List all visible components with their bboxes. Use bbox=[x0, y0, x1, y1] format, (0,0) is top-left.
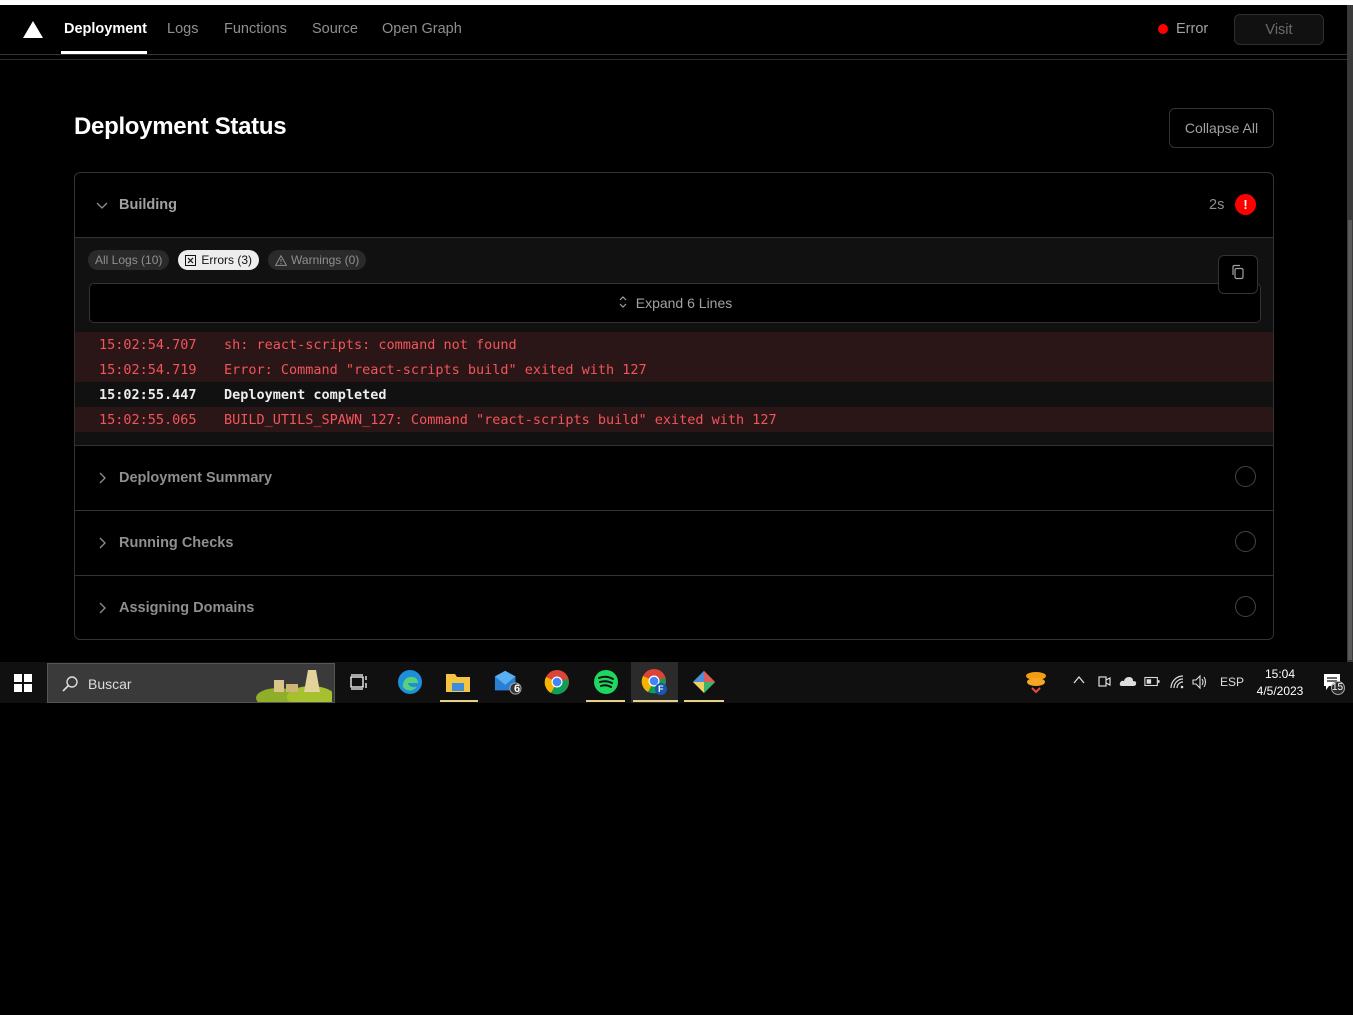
battery-icon[interactable] bbox=[1144, 676, 1160, 690]
status-dot-icon bbox=[1158, 24, 1168, 34]
tab-logs[interactable]: Logs bbox=[167, 21, 198, 37]
spotify-icon[interactable] bbox=[592, 668, 620, 696]
windows-taskbar: Buscar 6 F ESP 15:04 4/5/2023 15 bbox=[0, 662, 1353, 708]
clock-time: 15:04 bbox=[1264, 667, 1296, 681]
copy-icon bbox=[1230, 264, 1246, 285]
running-indicator bbox=[684, 700, 724, 702]
filter-warnings[interactable]: Warnings (0) bbox=[268, 250, 367, 270]
chevron-down-icon bbox=[95, 198, 109, 212]
windows-start-icon[interactable] bbox=[14, 674, 32, 692]
edge-browser-icon[interactable] bbox=[396, 668, 424, 696]
build-duration: 2s bbox=[1209, 197, 1225, 213]
log-timestamp: 15:02:54.707 bbox=[99, 336, 197, 353]
clock-date: 4/5/2023 bbox=[1256, 684, 1304, 698]
filter-all-logs-label: All Logs (10) bbox=[95, 253, 163, 267]
filter-errors-label: Errors (3) bbox=[201, 253, 253, 267]
log-lines: 15:02:54.707 sh: react-scripts: command … bbox=[75, 332, 1273, 432]
meet-now-icon[interactable] bbox=[1097, 674, 1111, 693]
chrome-profile-badge: F bbox=[658, 684, 664, 694]
system-clock[interactable]: 15:04 4/5/2023 bbox=[1255, 666, 1305, 700]
section-label: Assigning Domains bbox=[119, 600, 255, 616]
tab-source[interactable]: Source bbox=[312, 21, 358, 37]
log-line: 15:02:54.707 sh: react-scripts: command … bbox=[75, 332, 1273, 357]
log-message: Error: Command "react-scripts build" exi… bbox=[224, 361, 647, 378]
page-title: Deployment Status bbox=[74, 113, 287, 140]
tab-open-graph[interactable]: Open Graph bbox=[382, 21, 462, 37]
section-label: Running Checks bbox=[119, 535, 234, 551]
running-indicator bbox=[440, 700, 478, 702]
chevron-right-icon bbox=[95, 471, 109, 485]
error-icon: ! bbox=[1235, 194, 1256, 215]
section-building-label: Building bbox=[119, 197, 177, 213]
active-tab-indicator bbox=[61, 51, 147, 54]
copy-logs-button[interactable] bbox=[1218, 255, 1258, 294]
scrollbar-thumb[interactable] bbox=[1348, 220, 1352, 660]
log-line: 15:02:55.065 BUILD_UTILS_SPAWN_127: Comm… bbox=[75, 407, 1273, 432]
error-box-icon bbox=[185, 254, 197, 266]
chrome-icon[interactable] bbox=[543, 668, 571, 696]
volume-icon[interactable] bbox=[1191, 674, 1207, 693]
filter-all-logs[interactable]: All Logs (10) bbox=[88, 250, 170, 270]
file-explorer-icon[interactable] bbox=[444, 668, 472, 696]
notification-count: 15 bbox=[1332, 682, 1344, 693]
section-running-checks[interactable]: Running Checks bbox=[75, 511, 1273, 575]
log-filters: All Logs (10) Errors (3) Warnings (0) bbox=[88, 250, 367, 270]
wifi-icon[interactable] bbox=[1169, 674, 1185, 693]
collapse-all-button[interactable]: Collapse All bbox=[1169, 108, 1274, 148]
chrome-profile-icon[interactable] bbox=[641, 668, 669, 696]
vercel-logo-icon[interactable] bbox=[23, 21, 43, 38]
status-label: Error bbox=[1176, 21, 1209, 37]
deployment-status-panel: Building 2s ! All Logs (10) Errors (3) W… bbox=[74, 172, 1274, 640]
chevron-right-icon bbox=[95, 601, 109, 615]
task-view-icon[interactable] bbox=[345, 668, 373, 696]
section-assigning-domains[interactable]: Assigning Domains bbox=[75, 576, 1273, 639]
search-icon bbox=[61, 675, 79, 698]
chevron-right-icon bbox=[95, 536, 109, 550]
tray-app-icon[interactable] bbox=[1022, 668, 1050, 696]
log-message: Deployment completed bbox=[224, 386, 387, 403]
section-label: Deployment Summary bbox=[119, 470, 273, 486]
search-placeholder: Buscar bbox=[88, 676, 132, 692]
onedrive-icon[interactable] bbox=[1119, 675, 1137, 690]
tab-deployment[interactable]: Deployment bbox=[64, 21, 147, 37]
pending-circle-icon bbox=[1235, 531, 1256, 552]
build-logs: All Logs (10) Errors (3) Warnings (0) Ex… bbox=[75, 238, 1273, 445]
nav-divider bbox=[0, 59, 1347, 60]
top-nav: Deployment Logs Functions Source Open Gr… bbox=[0, 5, 1347, 55]
expand-chevrons-icon bbox=[618, 294, 628, 313]
pending-circle-icon bbox=[1235, 596, 1256, 617]
log-timestamp: 15:02:55.065 bbox=[99, 411, 197, 428]
expand-lines-button[interactable]: Expand 6 Lines bbox=[89, 283, 1261, 323]
pending-circle-icon bbox=[1235, 466, 1256, 487]
log-line: 15:02:54.719 Error: Command "react-scrip… bbox=[75, 357, 1273, 382]
deployment-page: Deployment Logs Functions Source Open Gr… bbox=[0, 5, 1353, 662]
deployment-status: Error bbox=[1158, 21, 1208, 37]
log-message: sh: react-scripts: command not found bbox=[224, 336, 517, 353]
visit-button[interactable]: Visit bbox=[1234, 14, 1324, 45]
expand-lines-label: Expand 6 Lines bbox=[635, 295, 733, 311]
taskbar-search[interactable]: Buscar bbox=[47, 663, 335, 708]
tab-functions[interactable]: Functions bbox=[224, 21, 287, 37]
language-indicator[interactable]: ESP bbox=[1220, 675, 1244, 689]
log-timestamp: 15:02:54.719 bbox=[99, 361, 197, 378]
log-timestamp: 15:02:55.447 bbox=[99, 386, 197, 403]
filter-errors[interactable]: Errors (3) bbox=[178, 250, 260, 270]
show-hidden-icons-icon[interactable] bbox=[1072, 673, 1086, 690]
filter-warnings-label: Warnings (0) bbox=[291, 253, 360, 267]
gitkraken-icon[interactable] bbox=[690, 668, 718, 696]
search-highlight-art-icon bbox=[256, 666, 335, 708]
section-deployment-summary[interactable]: Deployment Summary bbox=[75, 446, 1273, 510]
running-indicator bbox=[586, 700, 625, 702]
section-building-header[interactable]: Building 2s ! bbox=[75, 173, 1273, 237]
mail-badge-count: 6 bbox=[514, 683, 521, 695]
log-message: BUILD_UTILS_SPAWN_127: Command "react-sc… bbox=[224, 411, 777, 428]
warning-icon bbox=[274, 254, 288, 266]
log-line: 15:02:55.447 Deployment completed bbox=[75, 382, 1273, 407]
running-indicator bbox=[633, 700, 678, 702]
